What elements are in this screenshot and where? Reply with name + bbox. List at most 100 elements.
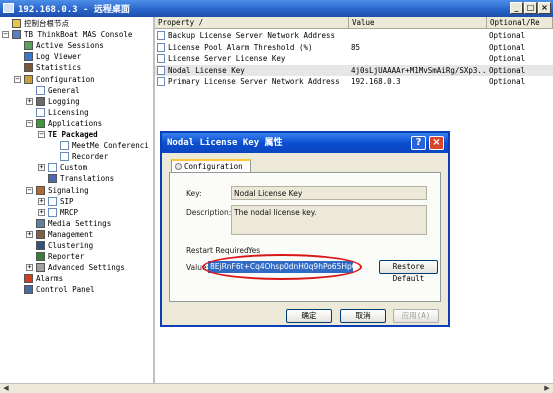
column-header-property[interactable]: Property / <box>155 17 349 29</box>
dialog-title: Nodal License Key 属性 <box>162 133 448 153</box>
page-icon <box>48 163 57 173</box>
tree-item[interactable]: Clustering <box>36 240 93 251</box>
tree-item[interactable]: Active Sessions <box>24 40 104 51</box>
tree-item-label: Statistics <box>36 63 82 73</box>
dialog-close-button[interactable]: × <box>429 136 444 150</box>
tree-item[interactable]: Recorder <box>60 151 108 162</box>
property-row[interactable]: Primary License Server Network Address 19… <box>155 76 553 87</box>
property-optional: Optional <box>489 31 526 40</box>
tree-item-label: General <box>48 85 80 95</box>
configuration-icon <box>24 74 33 84</box>
tree-item[interactable]: MeetMe Conferenci <box>60 140 149 151</box>
tree-item-label: Configuration <box>36 74 95 84</box>
property-icon <box>157 77 165 86</box>
restart-required-label: Restart Required: <box>186 246 252 255</box>
tree-item[interactable]: Reporter <box>36 251 84 262</box>
collapse-icon[interactable]: − <box>38 131 45 138</box>
tree-item-label: Translations <box>60 174 115 184</box>
cancel-button[interactable]: 取消 <box>340 309 386 323</box>
tree-item-label: Signaling <box>48 185 89 195</box>
scroll-right-icon[interactable]: ▶ <box>542 384 552 393</box>
advanced-icon <box>36 263 45 273</box>
properties-dialog[interactable]: Nodal License Key 属性 ? × Configuration K… <box>160 131 450 327</box>
tree-item-label: Recorder <box>72 152 109 162</box>
page-icon <box>36 107 45 117</box>
restore-default-button[interactable]: Restore Default <box>379 260 438 283</box>
tree-item[interactable]: − TE Packaged <box>38 129 98 140</box>
property-name: License Server License Key <box>168 54 286 63</box>
close-button[interactable]: × <box>538 2 551 14</box>
tree-item[interactable]: Translations <box>48 173 114 184</box>
horizontal-scrollbar[interactable]: ◀ ▶ <box>0 383 553 393</box>
tree-item[interactable]: + Management <box>26 229 93 240</box>
collapse-icon[interactable]: − <box>14 75 21 83</box>
property-row[interactable]: Nodal License Key 4j0sLjUAAAAr+M1MvSmAiRg… <box>155 64 553 76</box>
expand-icon[interactable]: + <box>38 164 45 172</box>
window-titlebar[interactable]: 192.168.0.3 - 远程桌面 _ □ × <box>0 0 553 17</box>
tree-item[interactable]: Licensing <box>36 107 89 118</box>
page-icon <box>60 152 69 162</box>
tree-item[interactable]: Alarms <box>24 273 63 284</box>
remote-desktop-icon <box>3 3 14 13</box>
property-row[interactable]: License Server License Key Optional <box>155 53 553 64</box>
property-optional: Optional <box>489 42 526 52</box>
tree-item-label: SIP <box>60 196 74 206</box>
page-icon <box>36 85 45 95</box>
tree-item-label: Active Sessions <box>36 41 104 51</box>
property-optional: Optional <box>489 54 526 63</box>
collapse-icon[interactable]: − <box>26 186 33 194</box>
ok-button[interactable]: 确定 <box>286 309 332 323</box>
console-icon <box>12 30 21 40</box>
tree-item-label: MRCP <box>60 207 79 217</box>
key-field: Nodal License Key <box>231 186 427 200</box>
tree-item[interactable]: + Custom <box>38 162 87 173</box>
signaling-icon <box>36 185 45 195</box>
tree-item-label: Advanced Settings <box>48 263 125 273</box>
tree-item[interactable]: Log Viewer <box>24 51 81 62</box>
applications-icon <box>36 118 45 128</box>
tree-item-label: TB ThinkBoat MAS Console <box>24 30 133 40</box>
property-name: Nodal License Key <box>168 65 245 75</box>
tree-item-label: Control Panel <box>36 285 95 295</box>
tree-item[interactable]: Control Panel <box>24 284 95 295</box>
minimize-button[interactable]: _ <box>510 2 523 14</box>
property-name: License Pool Alarm Threshold (%) <box>168 42 313 52</box>
expand-icon[interactable]: + <box>26 264 33 272</box>
expand-icon[interactable]: + <box>38 208 45 216</box>
tree-item[interactable]: General <box>36 85 80 96</box>
property-row[interactable]: Backup License Server Network Address Opt… <box>155 30 553 41</box>
console-tree[interactable]: 控制台根节点 − TB ThinkBoat MAS Console Active Se… <box>0 17 155 383</box>
tree-item[interactable]: Media Settings <box>36 218 111 229</box>
tree-item[interactable]: 控制台根节点 <box>12 18 69 29</box>
tree-item[interactable]: − TB ThinkBoat MAS Console <box>2 29 133 40</box>
column-header-optional[interactable]: Optional/Re <box>487 17 553 29</box>
column-header-value[interactable]: Value <box>349 17 487 29</box>
help-button[interactable]: ? <box>411 136 426 150</box>
collapse-icon[interactable]: − <box>26 119 33 127</box>
tree-item[interactable]: Statistics <box>24 62 81 73</box>
scroll-left-icon[interactable]: ◀ <box>1 384 11 393</box>
description-field: The nodal license key. <box>231 205 427 235</box>
property-name: Primary License Server Network Address <box>168 77 340 86</box>
property-icon <box>157 65 165 75</box>
logging-icon <box>36 96 45 106</box>
tab-configuration[interactable]: Configuration <box>171 159 251 173</box>
expand-icon[interactable]: + <box>26 230 33 238</box>
property-optional: Optional <box>489 77 526 86</box>
maximize-button[interactable]: □ <box>524 2 537 14</box>
property-icon <box>157 42 165 52</box>
apply-button[interactable]: 应用(A) <box>393 309 439 323</box>
tree-item[interactable]: + MRCP <box>38 207 79 218</box>
page-icon <box>60 141 69 151</box>
tree-item[interactable]: + Logging <box>26 96 80 107</box>
tree-item[interactable]: − Configuration <box>14 74 95 85</box>
property-row[interactable]: License Pool Alarm Threshold (%) 85 Option… <box>155 42 553 53</box>
tree-item[interactable]: − Signaling <box>26 185 89 196</box>
tree-item[interactable]: − Applications <box>26 118 102 129</box>
expand-icon[interactable]: + <box>38 197 45 205</box>
collapse-icon[interactable]: − <box>2 31 9 39</box>
expand-icon[interactable]: + <box>26 97 33 105</box>
media-icon <box>36 218 45 228</box>
tree-item[interactable]: + Advanced Settings <box>26 262 125 273</box>
tree-item[interactable]: + SIP <box>38 196 74 207</box>
